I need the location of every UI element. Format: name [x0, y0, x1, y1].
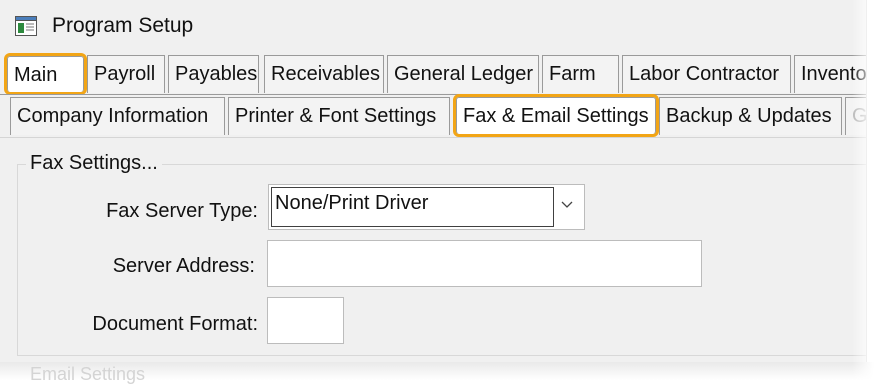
chevron-down-icon[interactable]	[560, 198, 574, 212]
tab-strip-divider	[0, 94, 866, 95]
window-title: Program Setup	[52, 14, 194, 37]
tab-company-information[interactable]: Company Information	[10, 97, 225, 135]
tab-general-ledger[interactable]: General Ledger	[387, 55, 539, 93]
app-window-icon	[15, 16, 37, 36]
tab-payroll[interactable]: Payroll	[87, 55, 165, 93]
fax-server-type-label: Fax Server Type:	[106, 200, 258, 222]
fax-settings-title: Fax Settings...	[26, 150, 162, 176]
fax-server-type-dropdown[interactable]: None/Print Driver	[268, 184, 585, 230]
server-address-field[interactable]	[267, 240, 702, 287]
fax-server-type-value: None/Print Driver	[271, 187, 554, 227]
fax-email-panel: Fax Settings... Fax Server Type: None/Pr…	[0, 137, 866, 362]
tab-printer-font-settings[interactable]: Printer & Font Settings	[228, 97, 450, 135]
tab-labor-contractor[interactable]: Labor Contractor	[622, 55, 791, 93]
document-format-label: Document Format:	[92, 313, 258, 335]
tab-backup-updates[interactable]: Backup & Updates	[659, 97, 842, 135]
email-settings-title-partial: Email Settings	[30, 364, 146, 384]
tab-farm[interactable]: Farm	[542, 55, 619, 93]
tab-payables[interactable]: Payables	[168, 55, 259, 93]
tab-receivables[interactable]: Receivables	[264, 55, 384, 93]
window-right-fade	[852, 0, 874, 380]
main-tab-strip: Main Payroll Payables Receivables Genera…	[0, 53, 866, 95]
tab-fax-email-settings[interactable]: Fax & Email Settings	[453, 94, 659, 137]
program-setup-window: Program Setup Main Payroll Payables Rece…	[0, 0, 867, 362]
server-address-label: Server Address:	[112, 255, 255, 277]
tab-main[interactable]: Main	[4, 53, 87, 95]
sub-tab-strip: Company Information Printer & Font Setti…	[0, 94, 866, 137]
title-bar: Program Setup	[0, 0, 866, 52]
document-format-field[interactable]	[267, 297, 344, 344]
